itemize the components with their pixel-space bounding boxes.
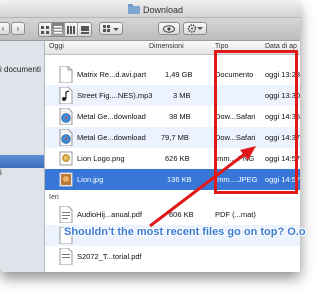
annotation-arrow bbox=[149, 146, 256, 228]
annotation-caption: Shouldn't the most recent files go on to… bbox=[64, 226, 306, 238]
